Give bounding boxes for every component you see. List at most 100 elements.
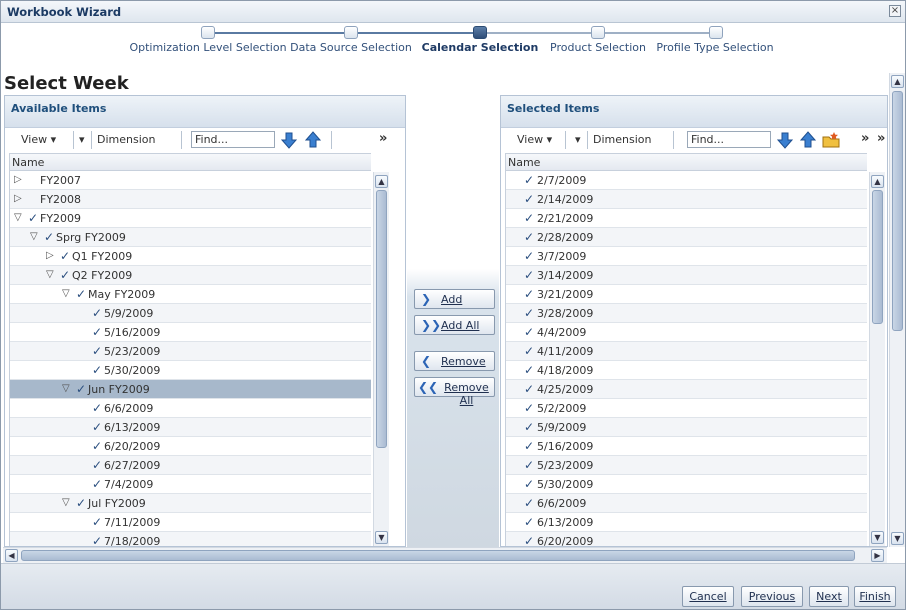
train-label-product[interactable]: Product Selection (550, 41, 646, 54)
train-label-profile-type[interactable]: Profile Type Selection (656, 41, 773, 54)
dimension-dropdown-icon[interactable]: ▾ (575, 133, 581, 146)
list-item[interactable]: ✓ 2/28/2009 (506, 228, 867, 247)
list-item[interactable]: ✓ 5/9/2009 (506, 418, 867, 437)
scroll-up-icon[interactable]: ▲ (891, 75, 904, 88)
remove-button[interactable]: ❮ Remove (414, 351, 495, 371)
scroll-down-icon[interactable]: ▼ (375, 531, 388, 544)
train-stop-optimization-level[interactable] (201, 26, 215, 39)
cancel-button[interactable]: Cancel (682, 586, 734, 607)
expand-icon[interactable]: ▷ (14, 174, 22, 185)
scroll-up-icon[interactable]: ▲ (871, 175, 884, 188)
remove-all-button[interactable]: ❮❮ Remove All (414, 377, 495, 407)
tree-row[interactable]: ▷ ✓ Q1 FY2009 (10, 247, 371, 266)
tree-row[interactable]: ✓ 6/13/2009 (10, 418, 371, 437)
collapse-icon[interactable]: ▽ (62, 288, 70, 299)
collapse-icon[interactable]: ▽ (62, 383, 70, 394)
list-item[interactable]: ✓ 5/2/2009 (506, 399, 867, 418)
selected-vertical-scrollbar[interactable]: ▲ ▼ (869, 172, 885, 546)
scroll-right-icon[interactable]: ▶ (871, 549, 884, 562)
train-stop-profile-type[interactable] (709, 26, 723, 39)
list-item[interactable]: ✓ 4/25/2009 (506, 380, 867, 399)
view-menu[interactable]: View ▾ (21, 133, 56, 146)
tree-row[interactable]: ✓ 5/16/2009 (10, 323, 371, 342)
move-up-icon[interactable] (800, 131, 816, 149)
dimension-button[interactable]: Dimension (593, 133, 651, 146)
previous-button[interactable]: Previous (741, 586, 803, 607)
list-item[interactable]: ✓ 5/23/2009 (506, 456, 867, 475)
scroll-thumb[interactable] (21, 550, 855, 561)
tree-row[interactable]: ▷ FY2007 (10, 171, 371, 190)
available-vertical-scrollbar[interactable]: ▲ ▼ (373, 172, 389, 546)
tree-row[interactable]: ▽ ✓ FY2009 (10, 209, 371, 228)
add-all-button[interactable]: ❯❯ Add All (414, 315, 495, 335)
tree-row[interactable]: ▽ ✓ Sprg FY2009 (10, 228, 371, 247)
tree-row[interactable]: ▽ ✓ May FY2009 (10, 285, 371, 304)
expand-icon[interactable]: ▷ (14, 193, 22, 204)
tree-row[interactable]: ✓ 5/30/2009 (10, 361, 371, 380)
toolbar-overflow-icon[interactable]: » (379, 131, 387, 146)
expand-icon[interactable]: ▷ (46, 250, 54, 261)
list-item[interactable]: ✓ 4/18/2009 (506, 361, 867, 380)
move-down-icon[interactable] (777, 131, 793, 149)
dimension-button[interactable]: Dimension (97, 133, 155, 146)
collapse-icon[interactable]: ▽ (62, 497, 70, 508)
column-header-name[interactable]: Name (506, 153, 867, 171)
close-icon[interactable]: × (889, 5, 901, 17)
list-item[interactable]: ✓ 3/7/2009 (506, 247, 867, 266)
tree-row[interactable]: ✓ 7/11/2009 (10, 513, 371, 532)
tree-row[interactable]: ✓ 7/4/2009 (10, 475, 371, 494)
train-stop-product[interactable] (591, 26, 605, 39)
train-label-optimization-level[interactable]: Optimization Level Selection (129, 41, 286, 54)
scroll-thumb[interactable] (872, 190, 883, 324)
find-input[interactable] (191, 131, 275, 148)
list-item[interactable]: ✓ 5/30/2009 (506, 475, 867, 494)
find-input[interactable] (687, 131, 771, 148)
finish-button[interactable]: Finish (854, 586, 896, 607)
scroll-up-icon[interactable]: ▲ (375, 175, 388, 188)
tree-row[interactable]: ✓ 6/27/2009 (10, 456, 371, 475)
add-button[interactable]: ❯ Add (414, 289, 495, 309)
toolbar-overflow-icon[interactable]: » (861, 131, 869, 146)
list-item[interactable]: ✓ 2/7/2009 (506, 171, 867, 190)
train-label-calendar[interactable]: Calendar Selection (422, 41, 539, 54)
tree-row[interactable]: ▷ FY2008 (10, 190, 371, 209)
list-item[interactable]: ✓ 2/21/2009 (506, 209, 867, 228)
view-menu[interactable]: View ▾ (517, 133, 552, 146)
column-header-name[interactable]: Name (10, 153, 371, 171)
move-down-icon[interactable] (281, 131, 297, 149)
tree-row[interactable]: ✓ 5/23/2009 (10, 342, 371, 361)
list-item[interactable]: ✓ 2/14/2009 (506, 190, 867, 209)
tree-row[interactable]: ▽ ✓ Q2 FY2009 (10, 266, 371, 285)
collapse-icon[interactable]: ▽ (46, 269, 54, 280)
list-item[interactable]: ✓ 6/20/2009 (506, 532, 867, 546)
list-item[interactable]: ✓ 3/28/2009 (506, 304, 867, 323)
dimension-dropdown-icon[interactable]: ▾ (79, 133, 85, 146)
train-stop-data-source[interactable] (344, 26, 358, 39)
main-vertical-scrollbar[interactable]: ▲ ▼ (889, 73, 905, 547)
list-item[interactable]: ✓ 6/13/2009 (506, 513, 867, 532)
main-horizontal-scrollbar[interactable]: ◀ ▶ (3, 547, 887, 563)
tree-row[interactable]: ✓ 7/18/2009 (10, 532, 371, 546)
list-item[interactable]: ✓ 4/4/2009 (506, 323, 867, 342)
tree-row[interactable]: ✓ 5/9/2009 (10, 304, 371, 323)
train-stop-calendar[interactable] (473, 26, 487, 39)
list-item[interactable]: ✓ 4/11/2009 (506, 342, 867, 361)
list-item[interactable]: ✓ 6/6/2009 (506, 494, 867, 513)
tree-row[interactable]: ▽ ✓ Jul FY2009 (10, 494, 371, 513)
toolbar-overflow-icon-2[interactable]: » (877, 131, 885, 146)
folder-star-icon[interactable] (822, 131, 840, 149)
scroll-left-icon[interactable]: ◀ (5, 549, 18, 562)
scroll-down-icon[interactable]: ▼ (871, 531, 884, 544)
tree-row[interactable]: ✓ 6/6/2009 (10, 399, 371, 418)
next-button[interactable]: Next (809, 586, 849, 607)
tree-row[interactable]: ▽ ✓ Jun FY2009 (10, 380, 371, 399)
list-item[interactable]: ✓ 3/21/2009 (506, 285, 867, 304)
train-label-data-source[interactable]: Data Source Selection (290, 41, 412, 54)
list-item[interactable]: ✓ 3/14/2009 (506, 266, 867, 285)
collapse-icon[interactable]: ▽ (30, 231, 38, 242)
tree-row[interactable]: ✓ 6/20/2009 (10, 437, 371, 456)
scroll-down-icon[interactable]: ▼ (891, 532, 904, 545)
scroll-thumb[interactable] (892, 91, 903, 331)
list-item[interactable]: ✓ 5/16/2009 (506, 437, 867, 456)
move-up-icon[interactable] (305, 131, 321, 149)
